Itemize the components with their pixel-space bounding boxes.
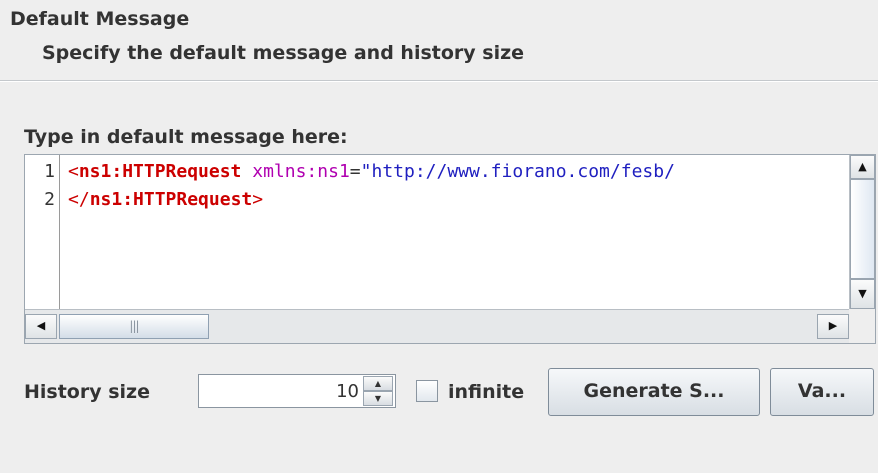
- infinite-checkbox[interactable]: [416, 380, 438, 402]
- code-line: </ns1:HTTPRequest>: [68, 189, 263, 210]
- vertical-scroll-thumb[interactable]: [850, 179, 875, 279]
- line-number-gutter: 1 2: [25, 155, 60, 309]
- code-text-area[interactable]: <ns1:HTTPRequest xmlns:ns1="http://www.f…: [60, 155, 846, 309]
- arrow-down-icon[interactable]: ▼: [850, 279, 875, 309]
- arrow-left-icon[interactable]: ◀: [25, 314, 57, 339]
- line-number: 2: [44, 189, 55, 210]
- editor-label: Type in default message here:: [24, 126, 348, 148]
- scrollbar-corner: [849, 309, 875, 343]
- infinite-label: infinite: [448, 381, 525, 403]
- arrow-up-icon[interactable]: ▲: [850, 155, 875, 179]
- xml-tag-name: ns1:HTTPRequest: [89, 189, 253, 210]
- xml-bracket: <: [68, 161, 79, 182]
- panel-subtitle: Specify the default message and history …: [42, 42, 525, 64]
- vertical-scrollbar[interactable]: ▲ ▼: [849, 155, 875, 309]
- xml-bracket: >: [252, 189, 264, 210]
- line-number: 1: [44, 161, 55, 182]
- horizontal-scroll-thumb[interactable]: |||: [59, 314, 209, 339]
- history-size-input[interactable]: [199, 375, 361, 407]
- spinner-up-icon[interactable]: ▲: [363, 376, 393, 391]
- horizontal-scrollbar[interactable]: ◀ ||| ▶: [25, 309, 851, 343]
- xml-equals: =: [349, 161, 361, 182]
- xml-attribute-name: xmlns:ns1: [252, 161, 350, 182]
- validate-button[interactable]: Va...: [770, 368, 874, 416]
- code-line: <ns1:HTTPRequest xmlns:ns1="http://www.f…: [68, 161, 675, 182]
- history-size-label: History size: [24, 381, 150, 403]
- message-editor[interactable]: 1 2 <ns1:HTTPRequest xmlns:ns1="http://w…: [24, 154, 876, 344]
- arrow-right-icon[interactable]: ▶: [817, 314, 849, 339]
- xml-tag-name: ns1:HTTPRequest: [78, 161, 242, 182]
- xml-bracket: </: [68, 189, 90, 210]
- generate-sample-button[interactable]: Generate S...: [548, 368, 760, 416]
- history-size-spinner[interactable]: ▲ ▼: [198, 374, 396, 408]
- panel-title: Default Message: [10, 8, 190, 30]
- spinner-down-icon[interactable]: ▼: [363, 391, 393, 406]
- xml-attribute-value: "http://www.fiorano.com/fesb/: [360, 161, 675, 182]
- panel-header: Default Message Specify the default mess…: [0, 0, 878, 81]
